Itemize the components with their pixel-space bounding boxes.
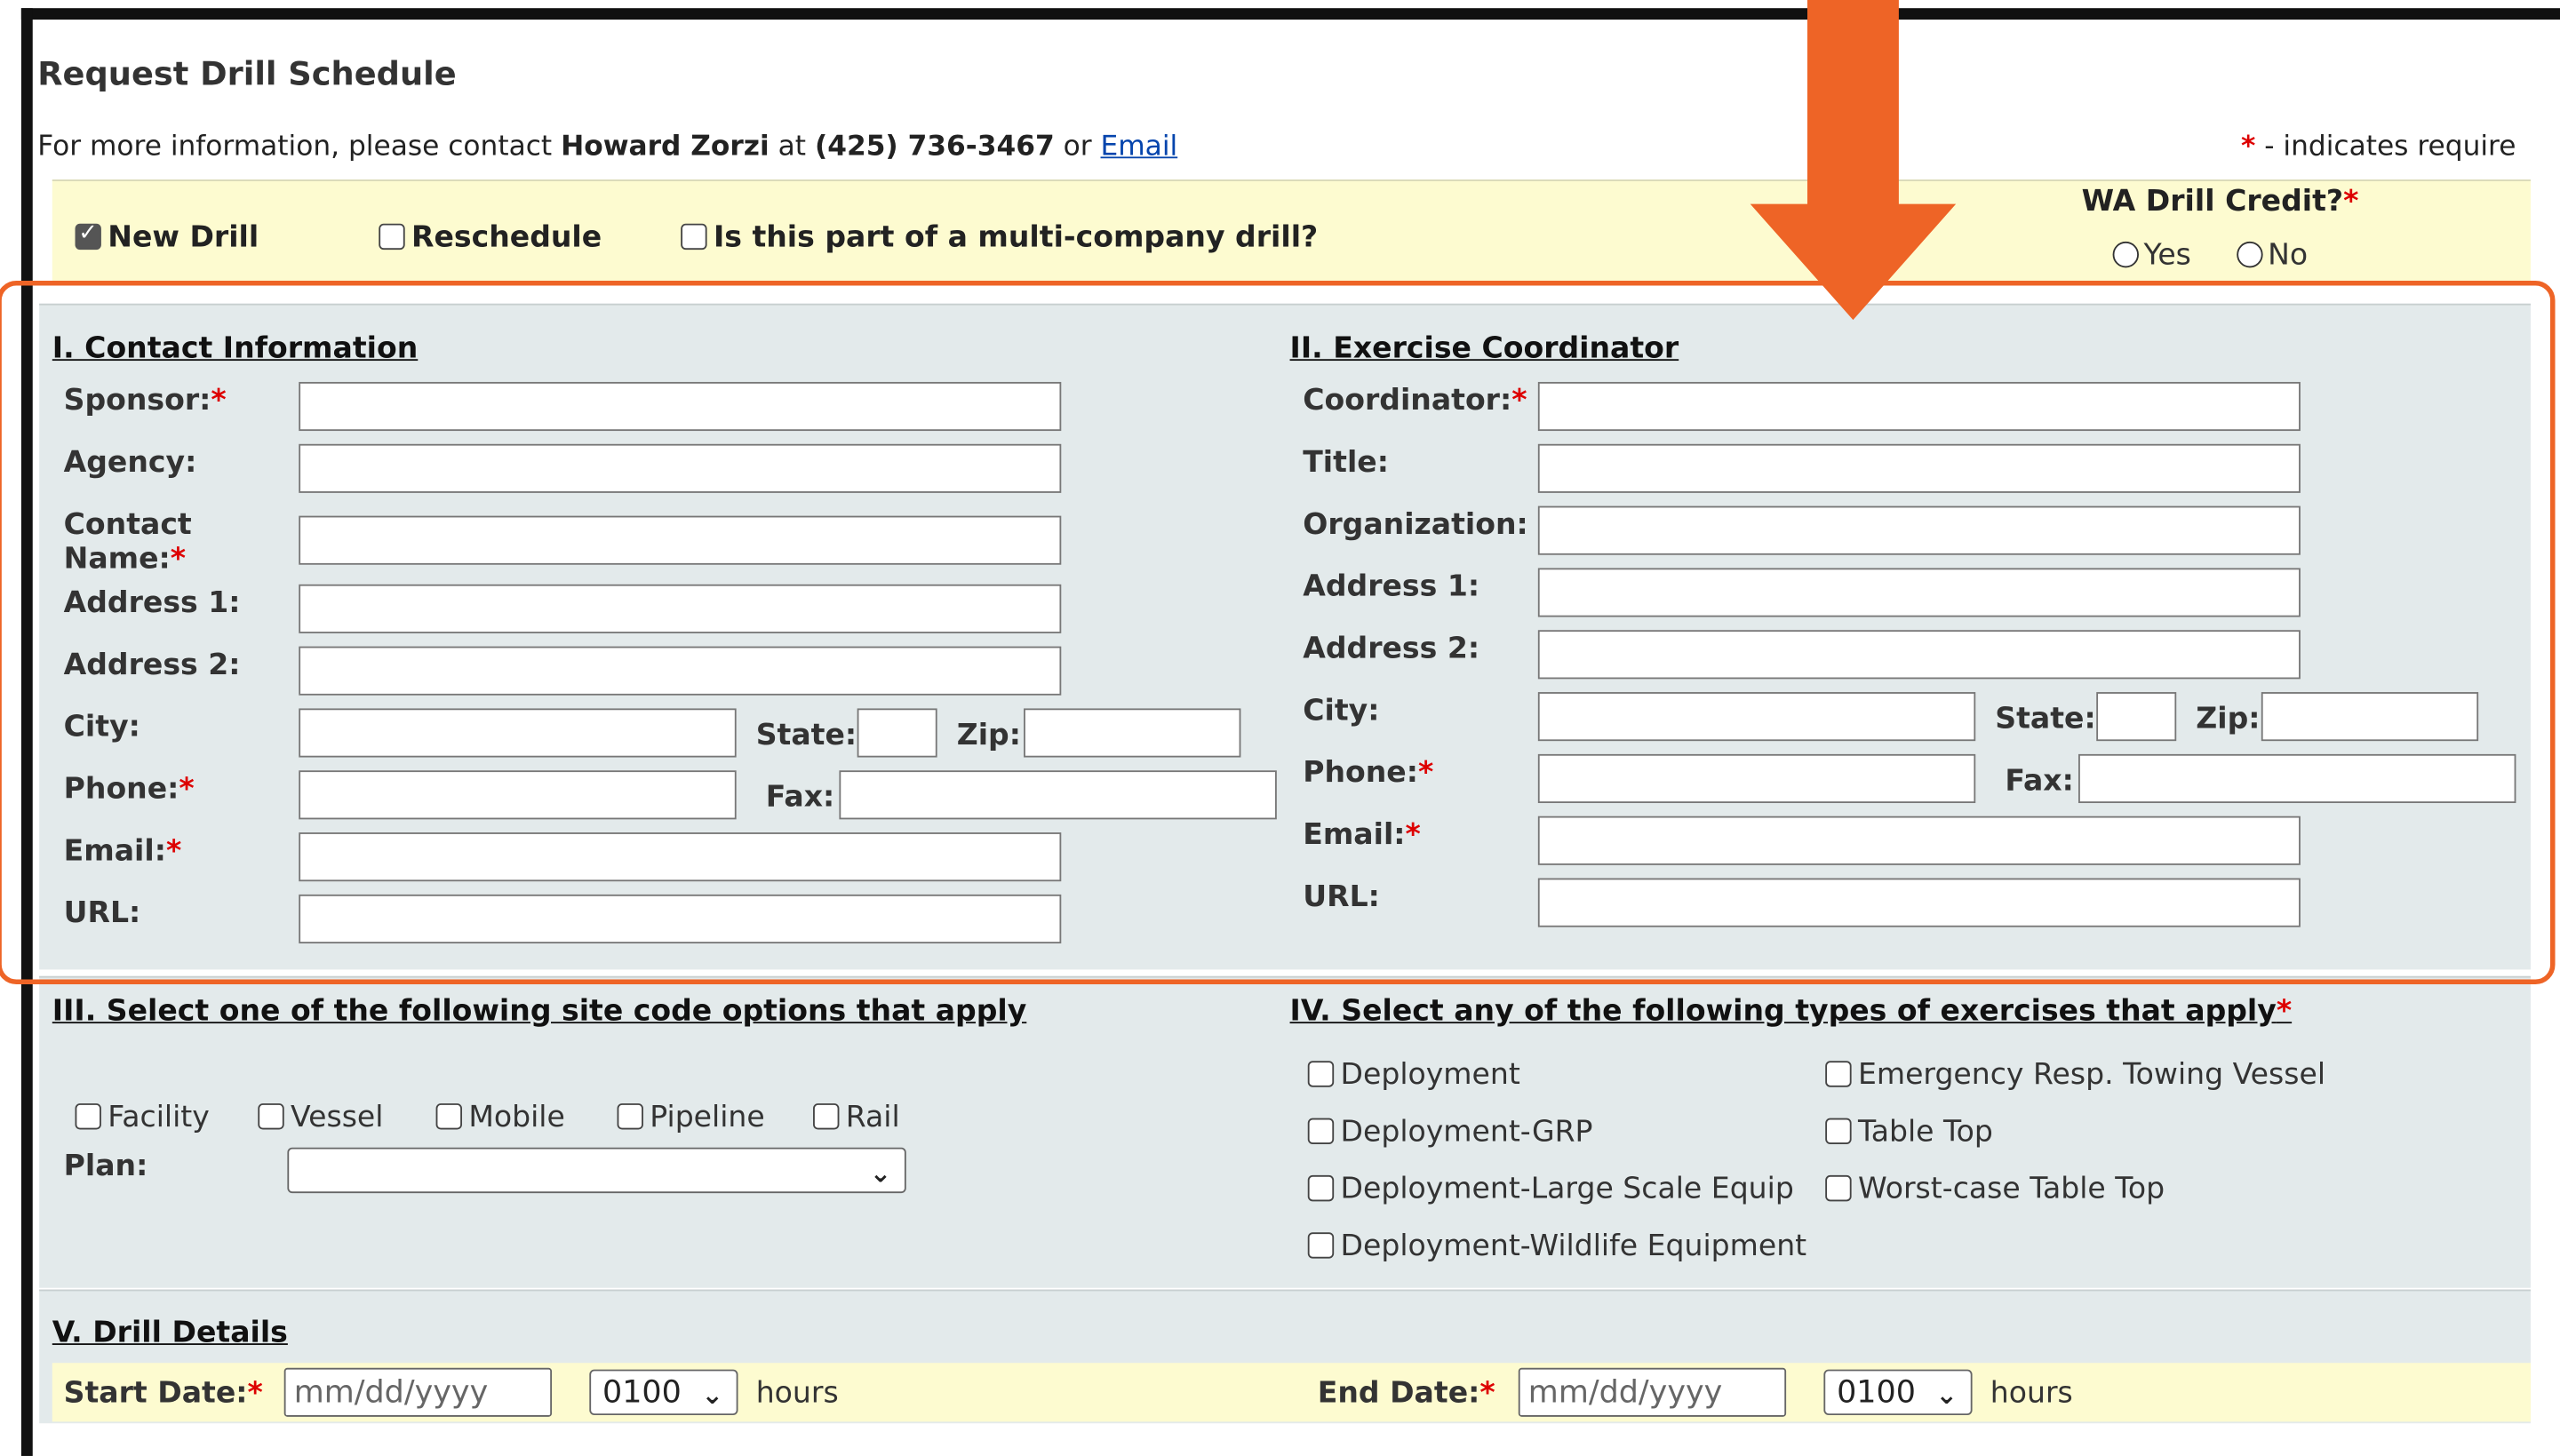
exercise-deployment-checkbox[interactable] bbox=[1307, 1061, 1335, 1087]
required-star: * bbox=[1479, 1375, 1495, 1411]
site-pipeline-option[interactable]: Pipeline bbox=[617, 1100, 765, 1134]
required-note-star: * bbox=[2240, 130, 2256, 163]
contact-person-name: Howard Zorzi bbox=[561, 130, 770, 163]
start-date-input[interactable]: mm/dd/yyyy bbox=[283, 1367, 553, 1417]
highlight-box bbox=[0, 281, 2556, 984]
exercise-deployment-grp-checkbox[interactable] bbox=[1307, 1118, 1335, 1145]
exercise-worst-case-checkbox[interactable] bbox=[1825, 1174, 1852, 1202]
site-mobile-option[interactable]: Mobile bbox=[435, 1100, 565, 1134]
drill-details-heading: V. Drill Details bbox=[52, 1315, 288, 1350]
exercise-towing-vessel-checkbox[interactable] bbox=[1825, 1061, 1852, 1087]
new-drill-option[interactable]: New Drill bbox=[75, 220, 259, 255]
info-at: at bbox=[778, 130, 807, 163]
end-hour-select[interactable]: 0100 ⌄ bbox=[1823, 1369, 1973, 1416]
end-hour-value: 0100 bbox=[1837, 1374, 1916, 1411]
end-date-label-text: End Date: bbox=[1317, 1375, 1480, 1411]
wa-credit-yes-option[interactable]: Yes bbox=[2112, 238, 2191, 273]
wa-drill-credit-label: WA Drill Credit?* bbox=[2082, 185, 2359, 219]
end-hours-label: hours bbox=[1990, 1375, 2073, 1411]
new-drill-checkbox[interactable] bbox=[75, 220, 101, 251]
required-star: * bbox=[2343, 184, 2359, 219]
email-link[interactable]: Email bbox=[1101, 131, 1178, 163]
info-or: or bbox=[1063, 130, 1092, 163]
site-pipeline-checkbox[interactable] bbox=[617, 1103, 643, 1130]
reschedule-label: Reschedule bbox=[411, 220, 602, 255]
exercise-deployment-grp-label: Deployment-GRP bbox=[1340, 1114, 1593, 1150]
plan-label: Plan: bbox=[63, 1149, 148, 1184]
site-facility-label: Facility bbox=[108, 1100, 210, 1134]
site-rail-label: Rail bbox=[845, 1100, 900, 1134]
exercise-types-heading-text: IV. Select any of the following types of… bbox=[1289, 993, 2277, 1029]
page-title: Request Drill Schedule bbox=[37, 53, 457, 93]
required-star: * bbox=[247, 1375, 263, 1411]
exercise-table-top-label: Table Top bbox=[1857, 1114, 1993, 1150]
start-hour-value: 0100 bbox=[602, 1374, 682, 1411]
site-mobile-label: Mobile bbox=[468, 1100, 565, 1134]
start-date-label: Start Date:* bbox=[64, 1376, 263, 1411]
end-date-label: End Date:* bbox=[1318, 1376, 1495, 1411]
exercise-large-scale-option[interactable]: Deployment-Large Scale Equip bbox=[1307, 1172, 1794, 1206]
chevron-down-icon: ⌄ bbox=[701, 1379, 723, 1411]
multi-company-option[interactable]: Is this part of a multi-company drill? bbox=[681, 220, 1318, 255]
site-facility-option[interactable]: Facility bbox=[75, 1100, 210, 1134]
site-vessel-checkbox[interactable] bbox=[258, 1103, 284, 1130]
wa-credit-yes-label: Yes bbox=[2143, 238, 2191, 273]
exercise-deployment-grp-option[interactable]: Deployment-GRP bbox=[1307, 1114, 1593, 1150]
plan-select[interactable]: ⌄ bbox=[287, 1147, 906, 1194]
end-date-input[interactable]: mm/dd/yyyy bbox=[1518, 1367, 1787, 1417]
exercise-wildlife-checkbox[interactable] bbox=[1307, 1232, 1335, 1259]
start-hour-select[interactable]: 0100 ⌄ bbox=[589, 1369, 738, 1416]
site-code-heading: III. Select one of the following site co… bbox=[52, 993, 1027, 1029]
multi-company-checkbox[interactable] bbox=[681, 223, 707, 251]
exercise-table-top-checkbox[interactable] bbox=[1825, 1118, 1852, 1145]
site-mobile-checkbox[interactable] bbox=[435, 1103, 462, 1130]
exercise-deployment-option[interactable]: Deployment bbox=[1307, 1057, 1520, 1093]
wa-credit-yes-radio[interactable] bbox=[2112, 241, 2139, 268]
start-hours-label: hours bbox=[755, 1375, 839, 1411]
exercise-towing-vessel-label: Emergency Resp. Towing Vessel bbox=[1857, 1057, 2326, 1093]
site-pipeline-label: Pipeline bbox=[650, 1100, 765, 1134]
exercise-types-heading: IV. Select any of the following types of… bbox=[1290, 994, 2293, 1029]
chevron-down-icon: ⌄ bbox=[869, 1157, 892, 1189]
exercise-large-scale-checkbox[interactable] bbox=[1307, 1174, 1335, 1202]
wa-credit-no-option[interactable]: No bbox=[2237, 238, 2308, 273]
exercise-towing-vessel-option[interactable]: Emergency Resp. Towing Vessel bbox=[1825, 1057, 2326, 1093]
exercise-wildlife-label: Deployment-Wildlife Equipment bbox=[1340, 1229, 1807, 1264]
exercise-wildlife-option[interactable]: Deployment-Wildlife Equipment bbox=[1307, 1229, 1807, 1264]
exercise-deployment-label: Deployment bbox=[1340, 1057, 1520, 1093]
reschedule-option[interactable]: Reschedule bbox=[379, 220, 602, 255]
new-drill-label: New Drill bbox=[108, 220, 259, 255]
exercise-table-top-option[interactable]: Table Top bbox=[1825, 1115, 1993, 1150]
contact-phone: (425) 736-3467 bbox=[814, 130, 1055, 163]
site-vessel-label: Vessel bbox=[291, 1100, 384, 1134]
wa-credit-no-label: No bbox=[2268, 238, 2309, 273]
exercise-large-scale-label: Deployment-Large Scale Equip bbox=[1340, 1172, 1794, 1206]
contact-info-line: For more information, please contact How… bbox=[37, 131, 1177, 163]
wa-drill-credit-text: WA Drill Credit? bbox=[2081, 184, 2344, 219]
site-rail-checkbox[interactable] bbox=[813, 1103, 840, 1130]
required-star: * bbox=[2276, 993, 2293, 1029]
exercise-worst-case-option[interactable]: Worst-case Table Top bbox=[1825, 1172, 2165, 1206]
start-date-label-text: Start Date: bbox=[63, 1375, 248, 1411]
site-rail-option[interactable]: Rail bbox=[813, 1100, 900, 1134]
exercise-worst-case-label: Worst-case Table Top bbox=[1857, 1172, 2165, 1206]
arrow-down-icon bbox=[1750, 0, 1957, 321]
required-note: * - indicates require bbox=[2241, 131, 2516, 163]
site-vessel-option[interactable]: Vessel bbox=[258, 1100, 383, 1134]
multi-company-label: Is this part of a multi-company drill? bbox=[713, 220, 1319, 255]
info-prefix: For more information, please contact bbox=[37, 130, 553, 163]
required-note-text: - indicates require bbox=[2264, 130, 2516, 163]
chevron-down-icon: ⌄ bbox=[1935, 1379, 1958, 1411]
site-facility-checkbox[interactable] bbox=[75, 1103, 101, 1130]
wa-credit-no-radio[interactable] bbox=[2237, 241, 2263, 268]
reschedule-checkbox[interactable] bbox=[379, 223, 405, 251]
